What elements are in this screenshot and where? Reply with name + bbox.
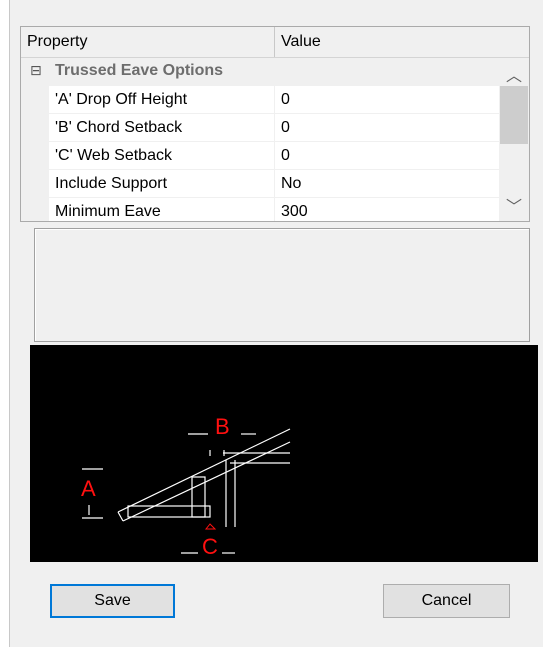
- chevron-up-icon[interactable]: ︿: [499, 60, 529, 88]
- property-grid: Property Value ⊟ Trussed Eave Options 'A…: [20, 26, 530, 222]
- column-divider: [274, 198, 275, 221]
- column-separator[interactable]: [274, 27, 275, 57]
- property-name: 'C' Web Setback: [55, 147, 172, 164]
- property-name: Include Support: [55, 175, 168, 192]
- property-row-minimum-eave[interactable]: Minimum Eave 300: [21, 198, 499, 221]
- description-panel: [34, 228, 530, 342]
- eave-diagram-drawing: [82, 428, 291, 554]
- eave-diagram: A B C: [30, 345, 538, 562]
- category-label: Trussed Eave Options: [55, 62, 224, 79]
- column-divider: [274, 86, 275, 114]
- scrollbar-thumb[interactable]: [500, 86, 528, 144]
- column-divider: [274, 170, 275, 198]
- property-row-chord-setback[interactable]: 'B' Chord Setback 0: [21, 114, 499, 142]
- property-value[interactable]: 0: [281, 91, 290, 109]
- property-value[interactable]: No: [281, 175, 301, 193]
- row-gutter: [21, 198, 49, 221]
- property-row-drop-off-height[interactable]: 'A' Drop Off Height 0: [21, 86, 499, 114]
- column-header-value[interactable]: Value: [281, 33, 321, 51]
- column-divider: [274, 142, 275, 170]
- rafter-end-cut: [117, 511, 124, 522]
- column-divider: [274, 114, 275, 142]
- row-gutter: [21, 142, 49, 170]
- vertical-scrollbar[interactable]: ︿ ﹀: [499, 58, 529, 221]
- rafter-top-line: [117, 428, 291, 513]
- save-button[interactable]: Save: [50, 584, 175, 618]
- row-gutter: [21, 170, 49, 198]
- chevron-down-icon[interactable]: ﹀: [499, 191, 529, 219]
- property-rows: ⊟ Trussed Eave Options 'A' Drop Off Heig…: [21, 58, 499, 221]
- collapse-icon[interactable]: ⊟: [30, 62, 42, 79]
- property-value[interactable]: 300: [281, 203, 308, 221]
- row-gutter: [21, 114, 49, 142]
- property-row-web-setback[interactable]: 'C' Web Setback 0: [21, 142, 499, 170]
- grid-header: Property Value: [21, 27, 529, 58]
- column-header-property[interactable]: Property: [27, 33, 87, 51]
- property-name: Minimum Eave: [55, 203, 161, 220]
- category-row-trussed-eave-options[interactable]: ⊟ Trussed Eave Options: [21, 58, 499, 86]
- property-value[interactable]: 0: [281, 147, 290, 165]
- rafter-bottom-line: [122, 441, 291, 522]
- cancel-button[interactable]: Cancel: [383, 584, 510, 618]
- property-row-include-support[interactable]: Include Support No: [21, 170, 499, 198]
- label-c: C: [202, 534, 218, 559]
- label-b: B: [215, 414, 230, 439]
- row-gutter: [21, 86, 49, 114]
- bottom-chord: [127, 505, 211, 518]
- support-triangle: [204, 523, 217, 530]
- property-name: 'B' Chord Setback: [55, 119, 183, 136]
- property-value[interactable]: 0: [281, 119, 290, 137]
- property-name: 'A' Drop Off Height: [55, 91, 188, 108]
- label-a: A: [81, 476, 96, 501]
